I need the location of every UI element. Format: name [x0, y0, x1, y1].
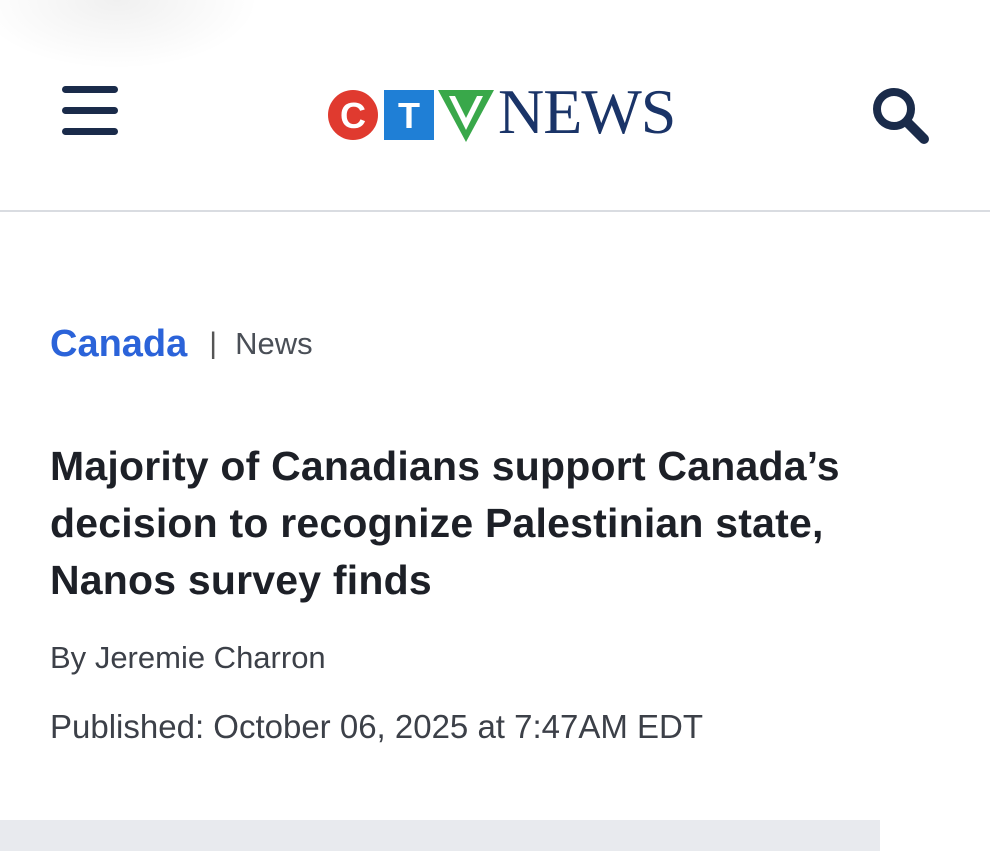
breadcrumb-section-link[interactable]: Canada [50, 323, 187, 366]
breadcrumb-type: News [235, 326, 313, 361]
hamburger-menu-icon[interactable] [62, 86, 118, 136]
ctv-news-logo[interactable]: C T NEWS [328, 80, 676, 144]
search-icon[interactable] [868, 83, 932, 147]
byline: By Jeremie Charron [50, 640, 326, 676]
menu-bar [62, 107, 118, 114]
published-timestamp: Published: October 06, 2025 at 7:47AM ED… [50, 708, 703, 746]
published-label: Published: [50, 708, 205, 745]
logo-letter-t: T [398, 95, 420, 136]
breadcrumb: Canada | News [50, 322, 313, 366]
breadcrumb-separator: | [209, 327, 218, 360]
published-date: October 06, 2025 at 7:47AM EDT [213, 708, 704, 745]
ctv-logo-mark: C T [328, 90, 494, 142]
media-placeholder [0, 820, 880, 851]
logo-wordmark: NEWS [498, 80, 676, 144]
byline-prefix: By [50, 640, 87, 675]
logo-wordmark-text: NEWS [498, 76, 676, 147]
author-name[interactable]: Jeremie Charron [95, 640, 326, 675]
site-header: C T NEWS [0, 0, 990, 212]
page: C T NEWS Canada | News Majority of Canad… [0, 0, 990, 851]
logo-letter-c: C [340, 95, 366, 136]
menu-bar [62, 86, 118, 93]
article-headline: Majority of Canadians support Canada’s d… [50, 443, 840, 603]
menu-bar [62, 128, 118, 135]
